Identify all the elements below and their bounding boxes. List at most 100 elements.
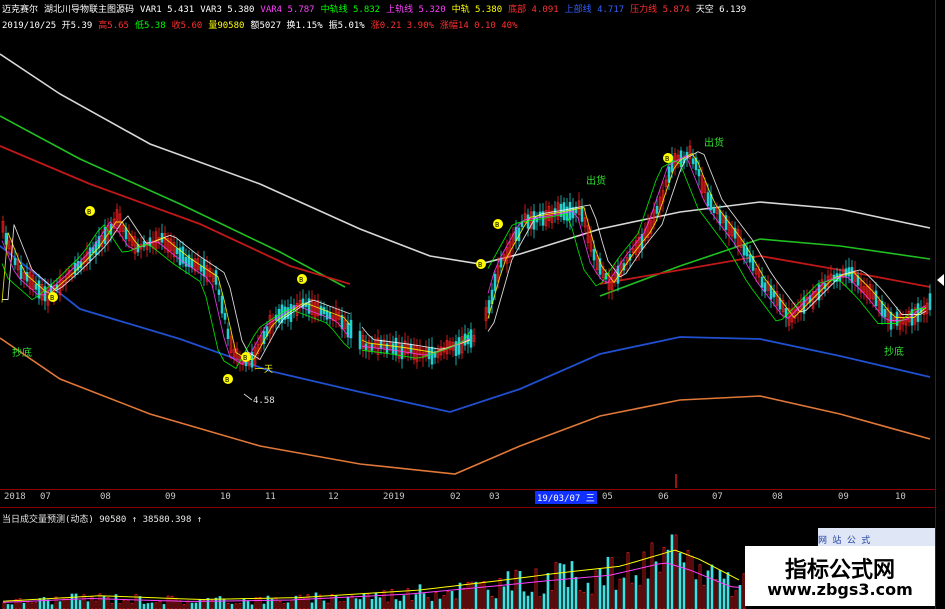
volume-bar xyxy=(582,591,586,609)
candle-body xyxy=(34,283,38,290)
volume-bar xyxy=(474,581,478,609)
volume-bar xyxy=(710,564,714,609)
indicator-value-11: 天空 6.139 xyxy=(695,5,747,15)
ohlc-value-6: 振5.01% xyxy=(328,21,365,31)
candle-body xyxy=(883,309,887,318)
volume-bar xyxy=(502,586,506,609)
volume-bar xyxy=(178,600,182,609)
signal-marker-letter: B xyxy=(50,294,54,302)
axis-tick: 07 xyxy=(712,492,723,502)
volume-bar xyxy=(446,591,450,609)
volume-bar xyxy=(578,590,582,609)
candle-body xyxy=(493,273,497,291)
volume-bar xyxy=(230,603,234,609)
signal-marker-letter: B xyxy=(225,376,229,384)
candle-body xyxy=(184,257,188,267)
candle-body xyxy=(874,290,878,307)
volume-bar xyxy=(542,593,546,609)
axis-tick: 2019 xyxy=(383,492,405,502)
low-price-label: 4.58 xyxy=(253,396,275,406)
volume-bar xyxy=(290,599,294,609)
volume-bar xyxy=(358,599,362,609)
site-corner-banner: 网 站 公 式 xyxy=(818,528,935,546)
volume-bar xyxy=(34,602,38,609)
volume-bar xyxy=(510,590,514,609)
volume-bar xyxy=(218,596,222,609)
volume-bar xyxy=(550,589,554,609)
volume-bar xyxy=(146,603,150,609)
volume-bar xyxy=(150,602,154,609)
volume-bar xyxy=(650,542,654,609)
volume-bar xyxy=(14,599,18,609)
ma-line xyxy=(487,153,927,319)
axis-tick: 12 xyxy=(328,492,339,502)
volume-bar xyxy=(466,581,470,609)
volume-bar xyxy=(622,577,626,609)
candle-body xyxy=(760,276,764,288)
volume-bar xyxy=(250,604,254,609)
volume-bar xyxy=(538,596,542,609)
volume-bar xyxy=(54,596,58,609)
volume-bar xyxy=(282,603,286,609)
candle-body xyxy=(319,305,323,316)
price-chart-panel[interactable]: B B B B B B B B 抄底 抄底 出货 出货 4.58 一天 xyxy=(0,34,935,489)
volume-bar xyxy=(342,601,346,609)
axis-tick: 07 xyxy=(40,492,51,502)
volume-bar xyxy=(310,602,314,609)
volume-bar xyxy=(734,590,738,609)
candle-body xyxy=(469,329,473,348)
green-band-line xyxy=(0,115,346,288)
candle-body xyxy=(226,328,230,340)
axis-tick: 06 xyxy=(658,492,669,502)
volume-bar xyxy=(590,593,594,609)
volume-bar xyxy=(182,604,186,609)
signal-marker-letter: B xyxy=(243,354,247,362)
candle-body xyxy=(691,158,695,165)
volume-bar xyxy=(530,591,534,609)
volume-bar xyxy=(66,598,70,609)
selected-date-cursor[interactable]: 19/03/07 三 xyxy=(535,491,597,504)
volume-bar xyxy=(330,594,334,609)
indicator-info-bar: 迈克赛尔 湖北川导物联主图源码 VAR1 5.431 VAR3 5.380 VAR4 5… xyxy=(0,0,945,34)
volume-bar xyxy=(570,561,574,609)
candle-body xyxy=(217,289,221,295)
volume-bar xyxy=(110,603,114,609)
volume-bar xyxy=(586,582,590,609)
candle-body xyxy=(148,237,152,247)
candle-body xyxy=(277,308,281,323)
time-axis: 20180708091011122019020304050607080910 1… xyxy=(0,489,935,508)
axis-tick: 03 xyxy=(489,492,500,502)
volume-bar xyxy=(598,568,602,609)
volume-bar xyxy=(70,593,74,609)
volume-bar xyxy=(274,597,278,609)
indicator-values-row: 迈克赛尔 湖北川导物联主图源码 VAR1 5.431 VAR3 5.380 VAR4 5… xyxy=(2,3,752,18)
candle-body xyxy=(706,192,710,207)
volume-bar xyxy=(122,600,126,609)
volume-bar xyxy=(614,589,618,609)
volume-bar xyxy=(574,576,578,609)
volume-bar xyxy=(490,595,494,609)
volume-bar xyxy=(662,547,666,609)
scroll-left-arrow-icon[interactable] xyxy=(937,274,944,286)
volume-bar xyxy=(406,588,410,609)
axis-tick: 02 xyxy=(450,492,461,502)
volume-bar xyxy=(394,599,398,609)
volume-bar xyxy=(646,578,650,609)
volume-bar xyxy=(438,598,442,609)
volume-bar xyxy=(126,599,130,609)
volume-bar xyxy=(30,602,34,609)
volume-bar xyxy=(234,603,238,609)
right-scroll-edge[interactable] xyxy=(935,0,945,609)
volume-bar xyxy=(26,601,30,609)
volume-bar xyxy=(238,603,242,609)
volume-bar xyxy=(350,595,354,609)
volume-bar xyxy=(10,604,14,609)
volume-bar xyxy=(458,582,462,609)
volume-bar xyxy=(702,585,706,609)
volume-bar xyxy=(102,595,106,609)
volume-bar xyxy=(558,563,562,609)
chaodi-label-left: 抄底 xyxy=(12,346,32,359)
volume-bar xyxy=(386,601,390,609)
volume-bar xyxy=(314,592,318,609)
indicator-value-6: 上轨线 5.320 xyxy=(386,5,446,15)
